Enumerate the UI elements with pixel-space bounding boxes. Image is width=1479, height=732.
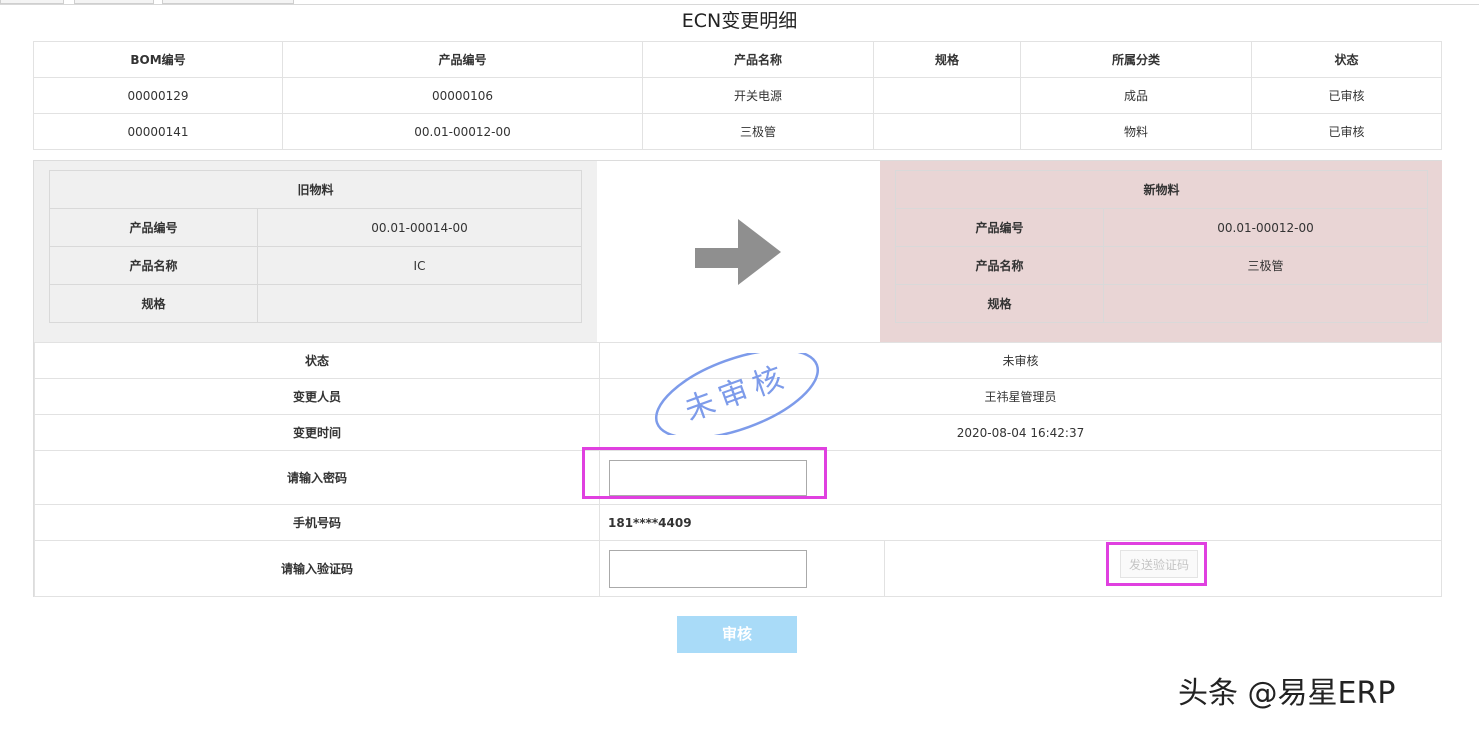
cell-bom-no: 00000129: [33, 77, 283, 114]
new-value-product-name: 三极管: [1103, 246, 1428, 285]
cell-status: 已审核: [1251, 77, 1442, 114]
new-value-product-no: 00.01-00012-00: [1103, 208, 1428, 247]
cell-category: 物料: [1020, 113, 1252, 150]
cell-spec: [873, 77, 1021, 114]
cell-product-name: 开关电源: [642, 77, 874, 114]
stamp-text: 未审核: [680, 359, 793, 429]
old-value-product-no: 00.01-00014-00: [257, 208, 582, 247]
new-material-table: 新物料 产品编号 00.01-00012-00 产品名称 三极管 规格: [895, 170, 1428, 323]
new-label-spec: 规格: [895, 284, 1104, 323]
cell-status: 已审核: [1251, 113, 1442, 150]
old-label-product-no: 产品编号: [49, 208, 258, 247]
cell-bom-no: 00000141: [33, 113, 283, 150]
cell-product-no: 00.01-00012-00: [282, 113, 643, 150]
tab-1[interactable]: [0, 0, 64, 4]
unreviewed-stamp: 未审核: [654, 353, 820, 435]
table-row[interactable]: 00000129 00000106 开关电源 成品 已审核: [33, 77, 1442, 114]
cell-category: 成品: [1020, 77, 1252, 114]
old-label-product-name: 产品名称: [49, 246, 258, 285]
table-row: 产品名称 三极管: [895, 246, 1428, 285]
verification-code-input[interactable]: [609, 549, 807, 588]
col-category: 所属分类: [1020, 41, 1252, 78]
verification-code-cell: [599, 540, 885, 597]
old-material-title: 旧物料: [49, 170, 582, 209]
col-spec: 规格: [873, 41, 1021, 78]
old-value-product-name: IC: [257, 246, 582, 285]
old-value-spec: [257, 284, 582, 323]
col-bom-no: BOM编号: [33, 41, 283, 78]
changer-label: 变更人员: [34, 378, 600, 415]
table-row: 产品编号 00.01-00012-00: [895, 208, 1428, 247]
arrow-right-icon: [695, 219, 781, 285]
cell-product-name: 三极管: [642, 113, 874, 150]
table-row: 规格: [895, 284, 1428, 323]
cell-product-no: 00000106: [282, 77, 643, 114]
send-code-button[interactable]: 发送验证码: [1120, 550, 1198, 578]
password-highlight-box: [582, 447, 827, 499]
cell-spec: [873, 113, 1021, 150]
tab-3[interactable]: [162, 0, 294, 4]
old-material-table: 旧物料 产品编号 00.01-00014-00 产品名称 IC 规格: [49, 170, 582, 323]
table-row: 产品编号 00.01-00014-00: [49, 208, 582, 247]
phone-value: 181****4409: [599, 504, 1442, 541]
arrow-zone: [597, 161, 880, 342]
col-status: 状态: [1251, 41, 1442, 78]
password-label: 请输入密码: [34, 450, 600, 505]
new-value-spec: [1103, 284, 1428, 323]
old-label-spec: 规格: [49, 284, 258, 323]
bom-table-header: BOM编号 产品编号 产品名称 规格 所属分类 状态: [33, 41, 1442, 78]
old-material-panel: 旧物料 产品编号 00.01-00014-00 产品名称 IC 规格: [34, 161, 597, 342]
new-material-panel: 新物料 产品编号 00.01-00012-00 产品名称 三极管 规格: [880, 161, 1442, 342]
top-tab-strip: [0, 0, 1479, 5]
bom-table: BOM编号 产品编号 产品名称 规格 所属分类 状态 00000129 0000…: [33, 41, 1442, 150]
table-row: 请输入验证码: [34, 540, 1442, 597]
watermark: 头条 @易星ERP: [1178, 676, 1396, 711]
change-time-label: 变更时间: [34, 414, 600, 451]
table-row[interactable]: 00000141 00.01-00012-00 三极管 物料 已审核: [33, 113, 1442, 150]
table-row: 手机号码 181****4409: [34, 504, 1442, 541]
table-row: 产品名称 IC: [49, 246, 582, 285]
new-label-product-no: 产品编号: [895, 208, 1104, 247]
new-label-product-name: 产品名称: [895, 246, 1104, 285]
table-row: 规格: [49, 284, 582, 323]
status-label: 状态: [34, 342, 600, 379]
col-product-no: 产品编号: [282, 41, 643, 78]
page-title: ECN变更明细: [681, 10, 798, 32]
phone-label: 手机号码: [34, 504, 600, 541]
tab-2[interactable]: [74, 0, 154, 4]
new-material-title: 新物料: [895, 170, 1428, 209]
col-product-name: 产品名称: [642, 41, 874, 78]
approve-button[interactable]: 审核: [677, 616, 797, 653]
verification-code-label: 请输入验证码: [34, 540, 600, 597]
